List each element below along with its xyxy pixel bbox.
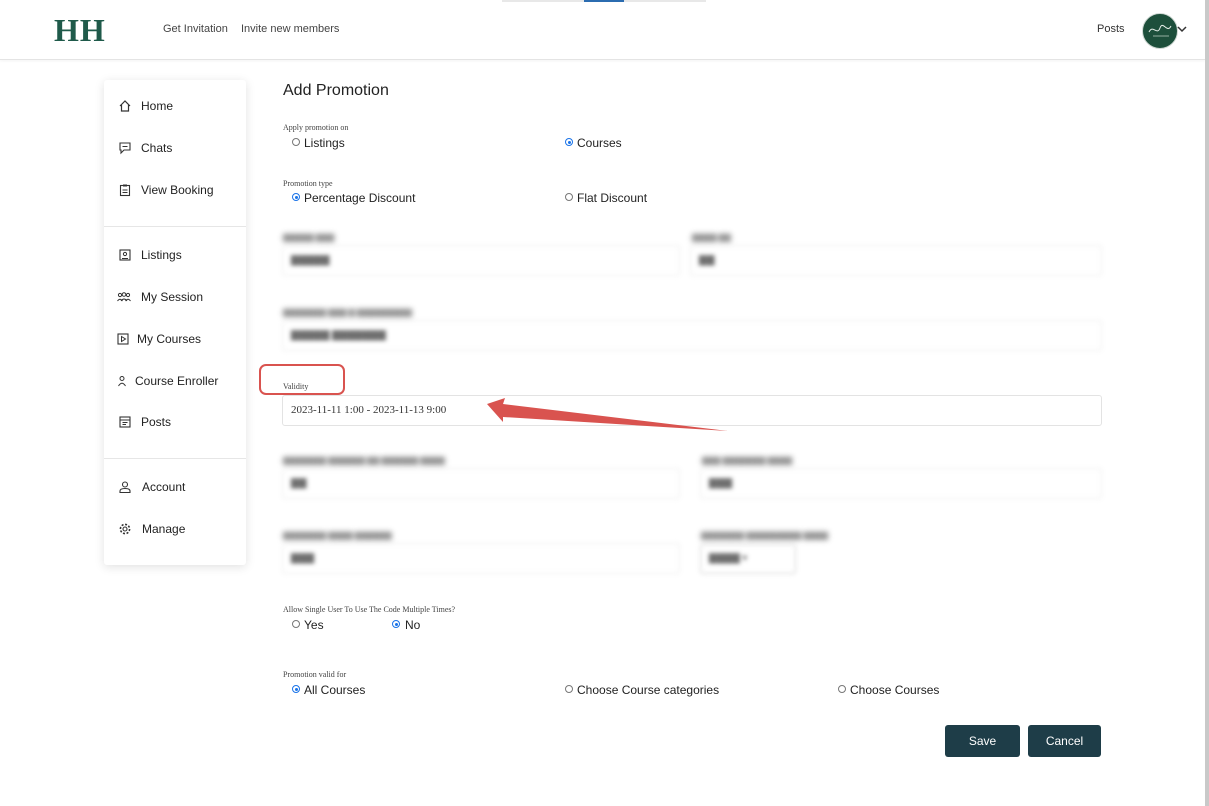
clipboard-icon [119,184,131,197]
redacted-value: ▇▇▇ [709,478,733,489]
redacted-value: ▇▇▇ [291,553,315,564]
radio-label: Courses [577,136,622,150]
promo-code-input[interactable]: ▇▇▇▇▇ ▇▇▇▇▇▇▇ [282,320,1102,351]
sidebar-item-label: Chats [141,141,173,155]
promotion-name-input[interactable]: ▇▇▇▇▇ [282,245,680,276]
sidebar-item-posts[interactable]: Posts [104,409,246,437]
posts-icon [119,416,131,428]
min-order-input[interactable]: ▇▇▇ [282,543,680,574]
chat-icon [119,142,131,155]
sidebar-item-label: Manage [142,522,186,536]
radio-dot[interactable] [292,193,300,201]
sidebar-item-my-courses[interactable]: My Courses [104,326,246,354]
radio-label: Flat Discount [577,191,648,205]
top-tab-active[interactable] [584,0,624,2]
sidebar-item-course-enroller[interactable]: Course Enroller [104,368,246,396]
redacted-value: ▇▇ [291,478,307,489]
nav-get-invitation[interactable]: Get Invitation [163,23,228,35]
sidebar-item-label: Listings [141,248,182,262]
sidebar-item-chats[interactable]: Chats [104,135,246,163]
home-icon [119,100,131,112]
radio-label: Listings [304,136,345,150]
radio-dot[interactable] [292,685,300,693]
validity-value: 2023-11-11 1:00 - 2023-11-13 9:00 [291,404,447,416]
sidebar-item-manage[interactable]: Manage [104,516,246,544]
avatar[interactable] [1142,13,1178,49]
redacted-value: ▇▇▇▇▇ ▇▇▇▇▇▇▇ [291,330,386,341]
redacted-label: ▇▇▇▇▇ ▇▇▇ [283,233,335,242]
max-discount-input[interactable]: ▇▇▇ [700,468,1102,499]
max-uses-input[interactable]: ▇▇ [282,468,680,499]
scrollbar[interactable] [1205,0,1209,806]
sidebar-item-label: Account [142,480,186,494]
play-icon [117,333,129,345]
redacted-value: ▇▇ [699,255,715,266]
radio-label: All Courses [304,683,366,697]
listing-icon [119,249,131,261]
radio-dot[interactable] [565,138,573,146]
top-header: HH Get Invitation Invite new members Pos… [0,0,1205,60]
redacted-label: ▇▇▇▇▇▇▇ ▇▇▇▇▇▇▇▇▇ ▇▇▇▇ [701,531,829,540]
redacted-label: ▇▇▇▇▇▇▇ ▇▇▇▇ ▇▇▇▇▇▇ [283,531,392,540]
chevron-down-icon[interactable] [1177,24,1187,34]
sidebar-item-label: My Session [141,290,204,304]
sidebar-item-listings[interactable]: Listings [104,242,246,270]
radio-dot[interactable] [565,685,573,693]
nav-invite-members[interactable]: Invite new members [241,23,339,35]
sidebar-divider [104,226,246,227]
apply-on-label: Apply promotion on [283,123,349,132]
redacted-value: ▇▇▇▇ ▾ [709,553,748,564]
nav-posts-link[interactable]: Posts [1097,23,1125,35]
radio-dot[interactable] [292,138,300,146]
gear-icon [119,523,131,535]
user-icon [119,481,131,494]
radio-label: Yes [304,618,324,632]
discount-input[interactable]: ▇▇ [690,245,1102,276]
visibility-select[interactable]: ▇▇▇▇ ▾ [700,544,796,574]
valid-for-label: Promotion valid for [283,670,347,679]
radio-label: Choose Course categories [577,683,720,697]
logo[interactable]: HH [54,12,106,49]
sidebar-item-label: Course Enroller [135,374,219,388]
sidebar-item-view-booking[interactable]: View Booking [104,177,246,205]
page-title: Add Promotion [283,82,389,99]
multiple-use-label: Allow Single User To Use The Code Multip… [283,605,456,614]
sidebar-item-label: Posts [141,415,172,429]
annotation-highlight-box [259,364,345,395]
sidebar-item-home[interactable]: Home [104,93,246,121]
top-tab-strip [502,0,706,2]
radio-dot[interactable] [565,193,573,201]
redacted-label: ▇▇▇ ▇▇▇▇▇▇▇ ▇▇▇▇ [702,456,793,465]
radio-label: Choose Courses [850,683,940,697]
sidebar-item-label: View Booking [141,183,214,197]
sidebar-divider [104,458,246,459]
radio-label: Percentage Discount [304,191,416,205]
redacted-label: ▇▇▇▇▇▇▇ ▇▇▇ ▇ ▇▇▇▇▇▇▇▇▇ [283,308,413,317]
sidebar-item-account[interactable]: Account [104,474,246,502]
radio-dot[interactable] [392,620,400,628]
group-icon [117,292,131,302]
person-icon [118,376,126,387]
radio-dot[interactable] [292,620,300,628]
sidebar-item-label: My Courses [137,332,202,346]
avatar-signature-icon [1148,24,1172,37]
save-button[interactable]: Save [945,725,1020,757]
cancel-button[interactable]: Cancel [1028,725,1101,757]
redacted-label: ▇▇▇▇ ▇▇ [692,233,731,242]
sidebar-item-my-session[interactable]: My Session [104,284,246,312]
scrollbar-thumb[interactable] [1205,0,1209,806]
radio-dot[interactable] [838,685,846,693]
redacted-label: ▇▇▇▇▇▇▇ ▇▇▇▇▇▇ ▇▇ ▇▇▇▇▇▇ ▇▇▇▇ [283,456,445,465]
radio-label: No [405,618,421,632]
validity-input[interactable]: 2023-11-11 1:00 - 2023-11-13 9:00 [282,395,1102,426]
redacted-value: ▇▇▇▇▇ [291,255,330,266]
sidebar-item-label: Home [141,99,174,113]
promotion-type-label: Promotion type [283,179,333,188]
